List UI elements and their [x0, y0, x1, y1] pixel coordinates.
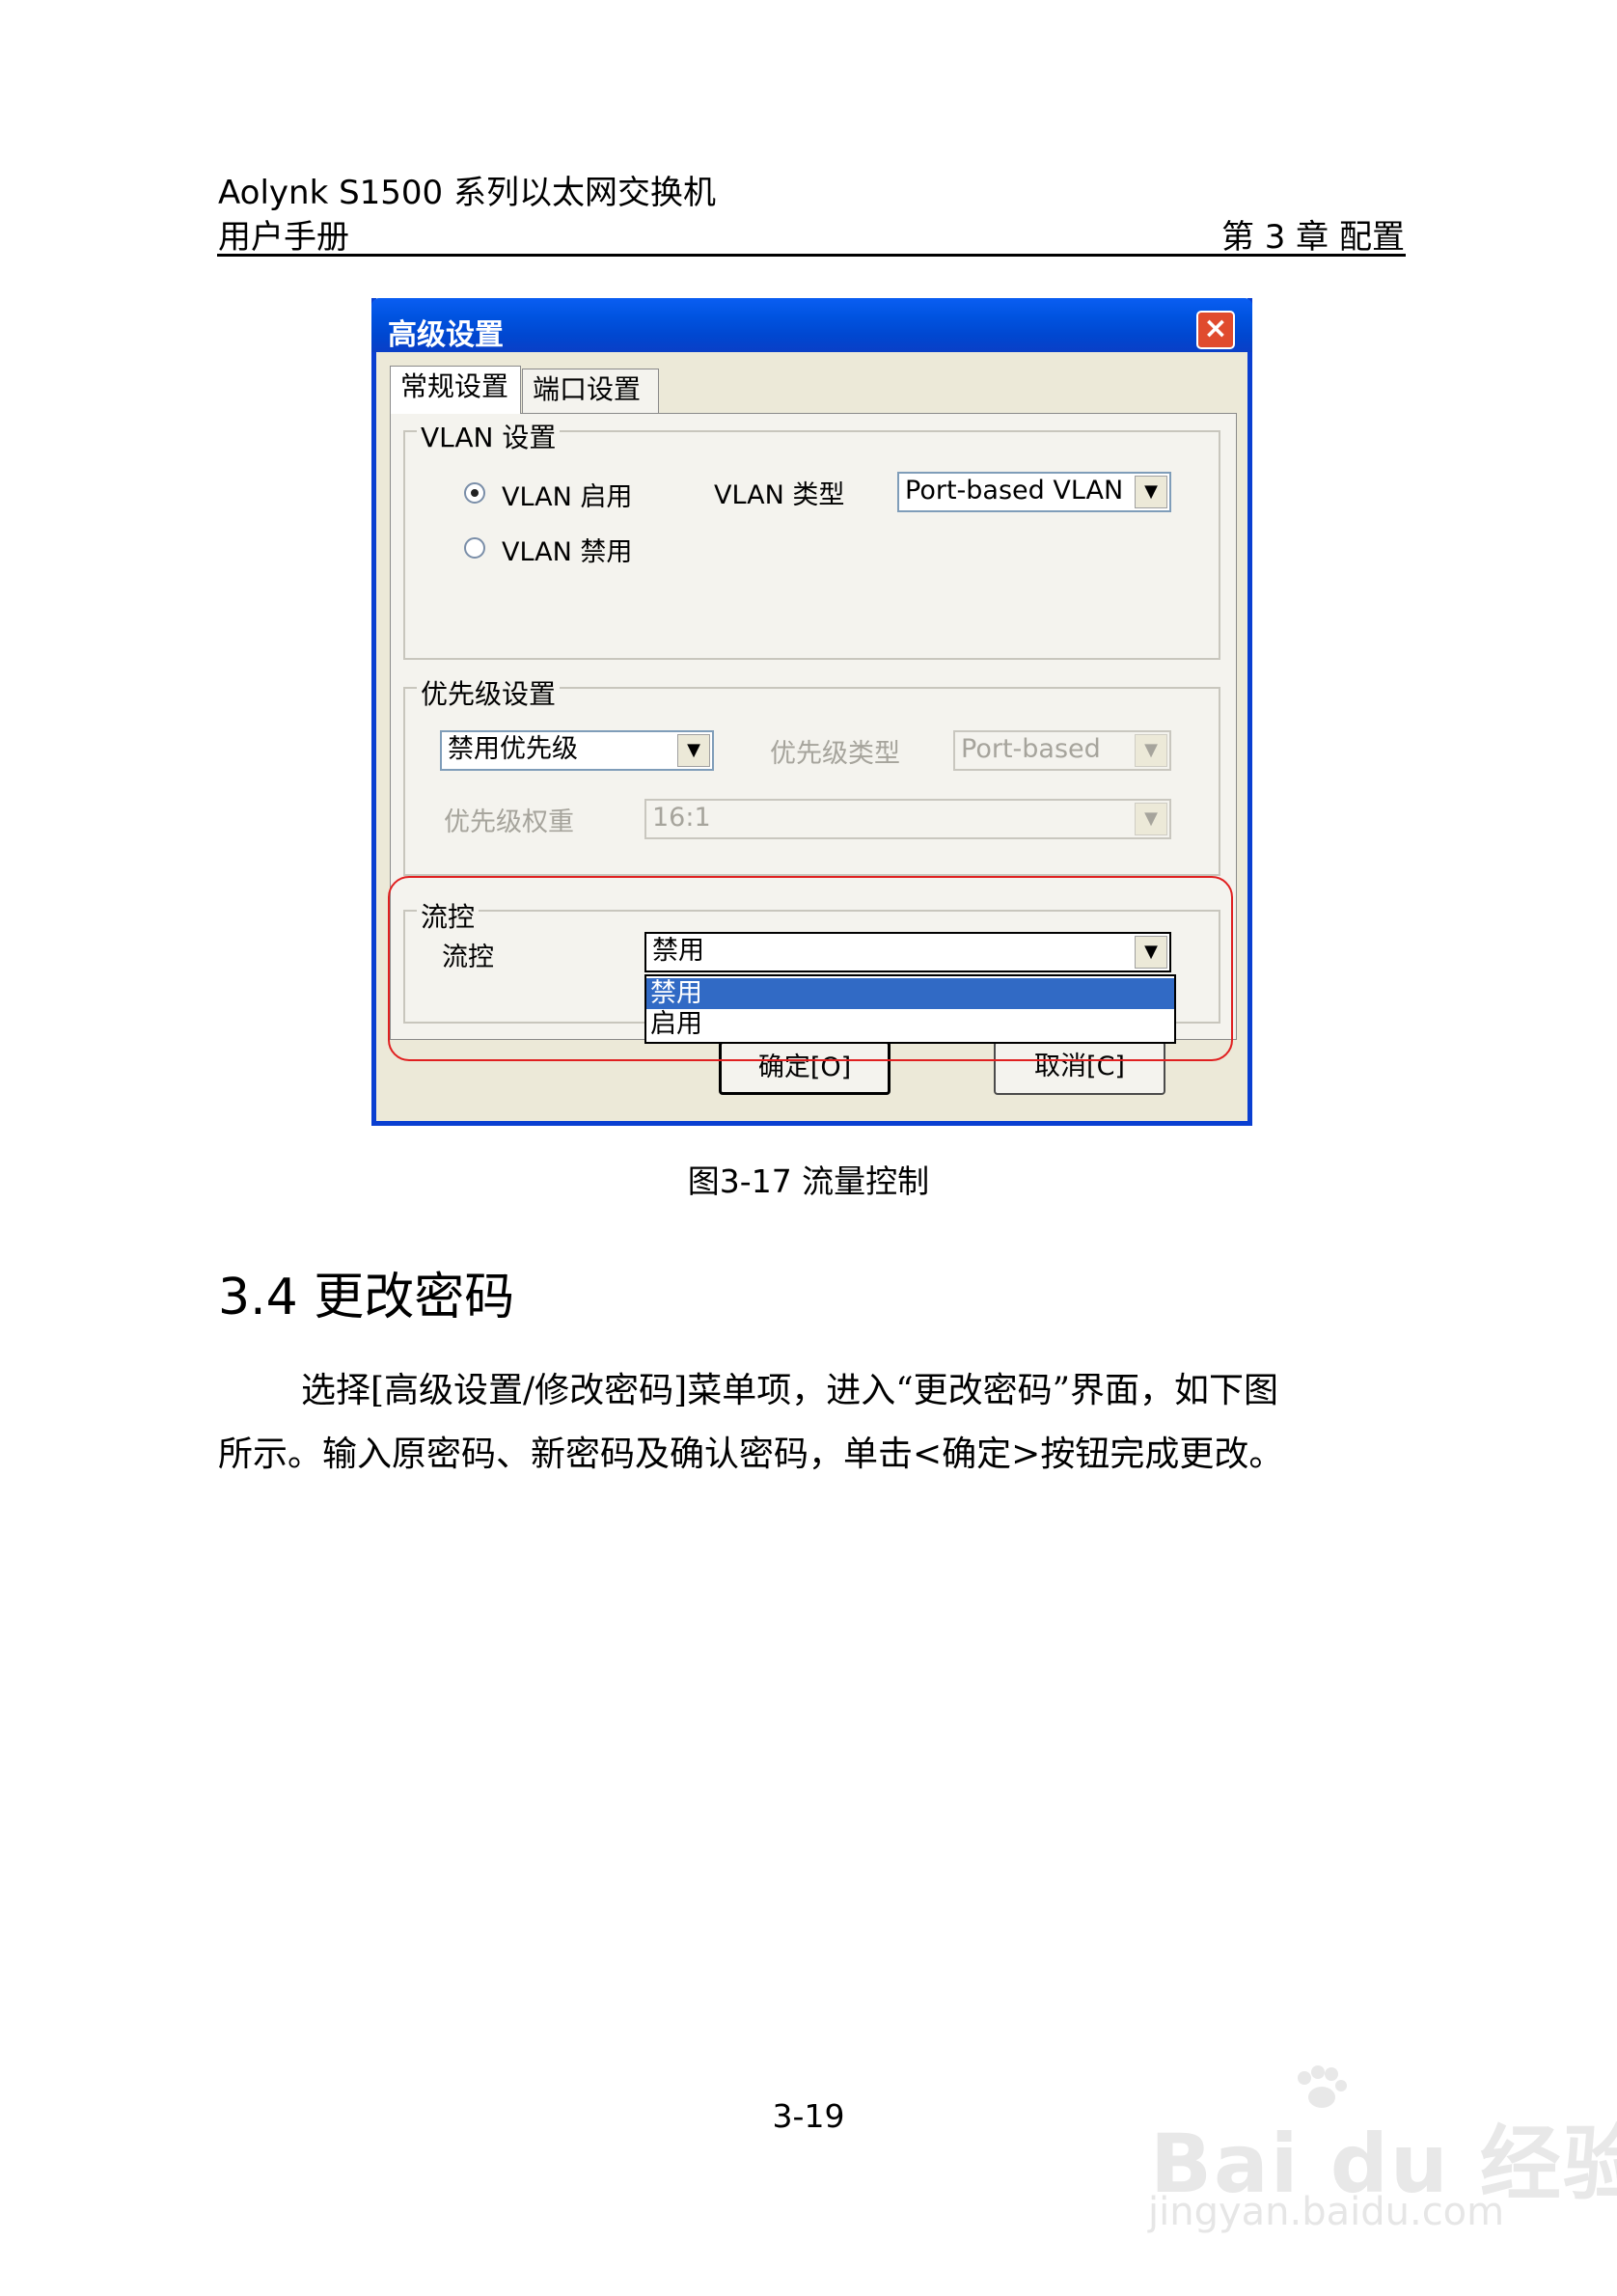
vlan-enable-label: VLAN 启用 [502, 482, 633, 512]
priority-type-label: 优先级类型 [770, 739, 900, 769]
priority-select[interactable]: 禁用优先级 ▼ [440, 730, 714, 771]
tab-port-settings[interactable]: 端口设置 [522, 369, 659, 413]
chevron-down-icon[interactable]: ▼ [1135, 734, 1167, 767]
tab-general-settings[interactable]: 常规设置 [390, 366, 521, 414]
priority-weight-select[interactable]: 16:1 ▼ [644, 799, 1171, 839]
chevron-down-icon[interactable]: ▼ [1135, 803, 1167, 835]
body-paragraph-line-1: 选择[高级设置/修改密码]菜单项，进入“更改密码”界面，如下图 [301, 1371, 1279, 1410]
header-product-name: Aolynk S1500 系列以太网交换机 [218, 174, 716, 212]
body-paragraph-line-2: 所示。输入原密码、新密码及确认密码，单击<确定>按钮完成更改。 [218, 1435, 1284, 1474]
dialog-title: 高级设置 [388, 318, 504, 352]
chevron-down-icon[interactable]: ▼ [1135, 476, 1167, 508]
header-manual-title: 用户手册 [218, 218, 349, 257]
priority-type-select[interactable]: Port-based ▼ [953, 730, 1171, 771]
vlan-group-legend: VLAN 设置 [417, 417, 561, 455]
watermark-url: jingyan.baidu.com [1148, 2190, 1505, 2234]
radio-selected-dot [471, 489, 479, 497]
priority-value: 禁用优先级 [448, 734, 578, 764]
section-title: 3.4 更改密码 [218, 1269, 515, 1326]
figure-caption: 图3-17 流量控制 [687, 1162, 930, 1200]
header-chapter: 第 3 章 配置 [1220, 218, 1405, 257]
vlan-type-select[interactable]: Port-based VLAN ▼ [897, 472, 1171, 512]
vlan-disable-label: VLAN 禁用 [502, 537, 633, 567]
vlan-enable-radio[interactable] [464, 482, 485, 504]
vlan-type-value: Port-based VLAN [905, 476, 1124, 506]
priority-weight-label: 优先级权重 [444, 807, 574, 837]
header-rule [217, 254, 1406, 257]
close-icon: × [1203, 312, 1228, 345]
priority-settings-group [403, 687, 1220, 876]
highlight-annotation-ring [388, 876, 1233, 1061]
chevron-down-icon[interactable]: ▼ [677, 734, 710, 767]
priority-type-value: Port-based [961, 734, 1101, 764]
close-button[interactable]: × [1196, 311, 1235, 349]
vlan-disable-radio[interactable] [464, 537, 485, 559]
vlan-type-label: VLAN 类型 [714, 480, 845, 510]
priority-group-legend: 优先级设置 [417, 673, 561, 712]
priority-weight-value: 16:1 [652, 803, 711, 833]
